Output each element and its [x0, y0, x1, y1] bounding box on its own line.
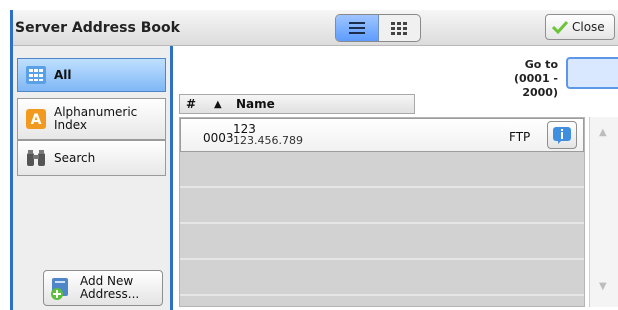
- sidebar-item-label: All: [54, 67, 72, 82]
- add-address-icon: [51, 278, 68, 300]
- list-view-icon: [348, 22, 365, 34]
- entry-number: 0003: [203, 131, 234, 145]
- address-list: 0003 123 123.456.789 FTP: [179, 117, 585, 307]
- checkmark-icon: [552, 20, 568, 34]
- add-new-address-label: Add New Address...: [80, 274, 140, 301]
- empty-row: [180, 226, 584, 260]
- close-button[interactable]: Close: [545, 14, 615, 40]
- sidebar: All A Alphanumeric Index Search Add New …: [13, 46, 170, 310]
- goto-range: (0001 - 2000): [513, 72, 558, 99]
- grid-view-button[interactable]: [379, 15, 421, 41]
- sidebar-item-all[interactable]: All: [17, 58, 166, 92]
- scrollbar[interactable]: ▲ ▼: [589, 117, 618, 307]
- grid-icon: [24, 65, 48, 85]
- info-icon: [553, 127, 571, 144]
- sidebar-item-label: Alphanumeric Index: [54, 105, 138, 132]
- entry-protocol: FTP: [509, 130, 531, 144]
- add-new-address-button[interactable]: Add New Address...: [43, 270, 163, 306]
- binoculars-icon: [24, 148, 48, 168]
- table-row[interactable]: 0003 123 123.456.789 FTP: [180, 118, 584, 152]
- scroll-down-icon[interactable]: ▼: [599, 281, 607, 292]
- goto-label: Go to (0001 - 2000): [478, 58, 558, 100]
- list-view-button[interactable]: [336, 15, 379, 41]
- entry-address: 123.456.789: [233, 134, 303, 147]
- empty-row: [180, 154, 584, 188]
- title-bar: Server Address Book Close: [13, 10, 618, 46]
- goto-input[interactable]: [566, 57, 618, 89]
- scroll-up-icon[interactable]: ▲: [599, 127, 607, 138]
- sort-ascending-icon[interactable]: ▲: [214, 99, 236, 110]
- view-mode-toggle: [335, 14, 421, 42]
- sidebar-item-alphanumeric-index[interactable]: A Alphanumeric Index: [17, 98, 166, 140]
- letter-a-icon: A: [24, 109, 48, 129]
- table-header: # ▲ Name: [179, 94, 415, 114]
- empty-row: [180, 190, 584, 224]
- empty-row: [180, 262, 584, 296]
- goto-title: Go to: [524, 58, 558, 71]
- sidebar-item-search[interactable]: Search: [17, 140, 166, 176]
- sidebar-item-label: Search: [54, 150, 96, 165]
- grid-view-icon: [391, 22, 408, 35]
- close-button-label: Close: [572, 20, 605, 34]
- page-title: Server Address Book: [15, 20, 180, 36]
- column-header-number[interactable]: #: [180, 97, 214, 111]
- svg-text:A: A: [31, 112, 42, 128]
- entry-info-button[interactable]: [547, 121, 577, 149]
- column-header-name[interactable]: Name: [236, 97, 275, 111]
